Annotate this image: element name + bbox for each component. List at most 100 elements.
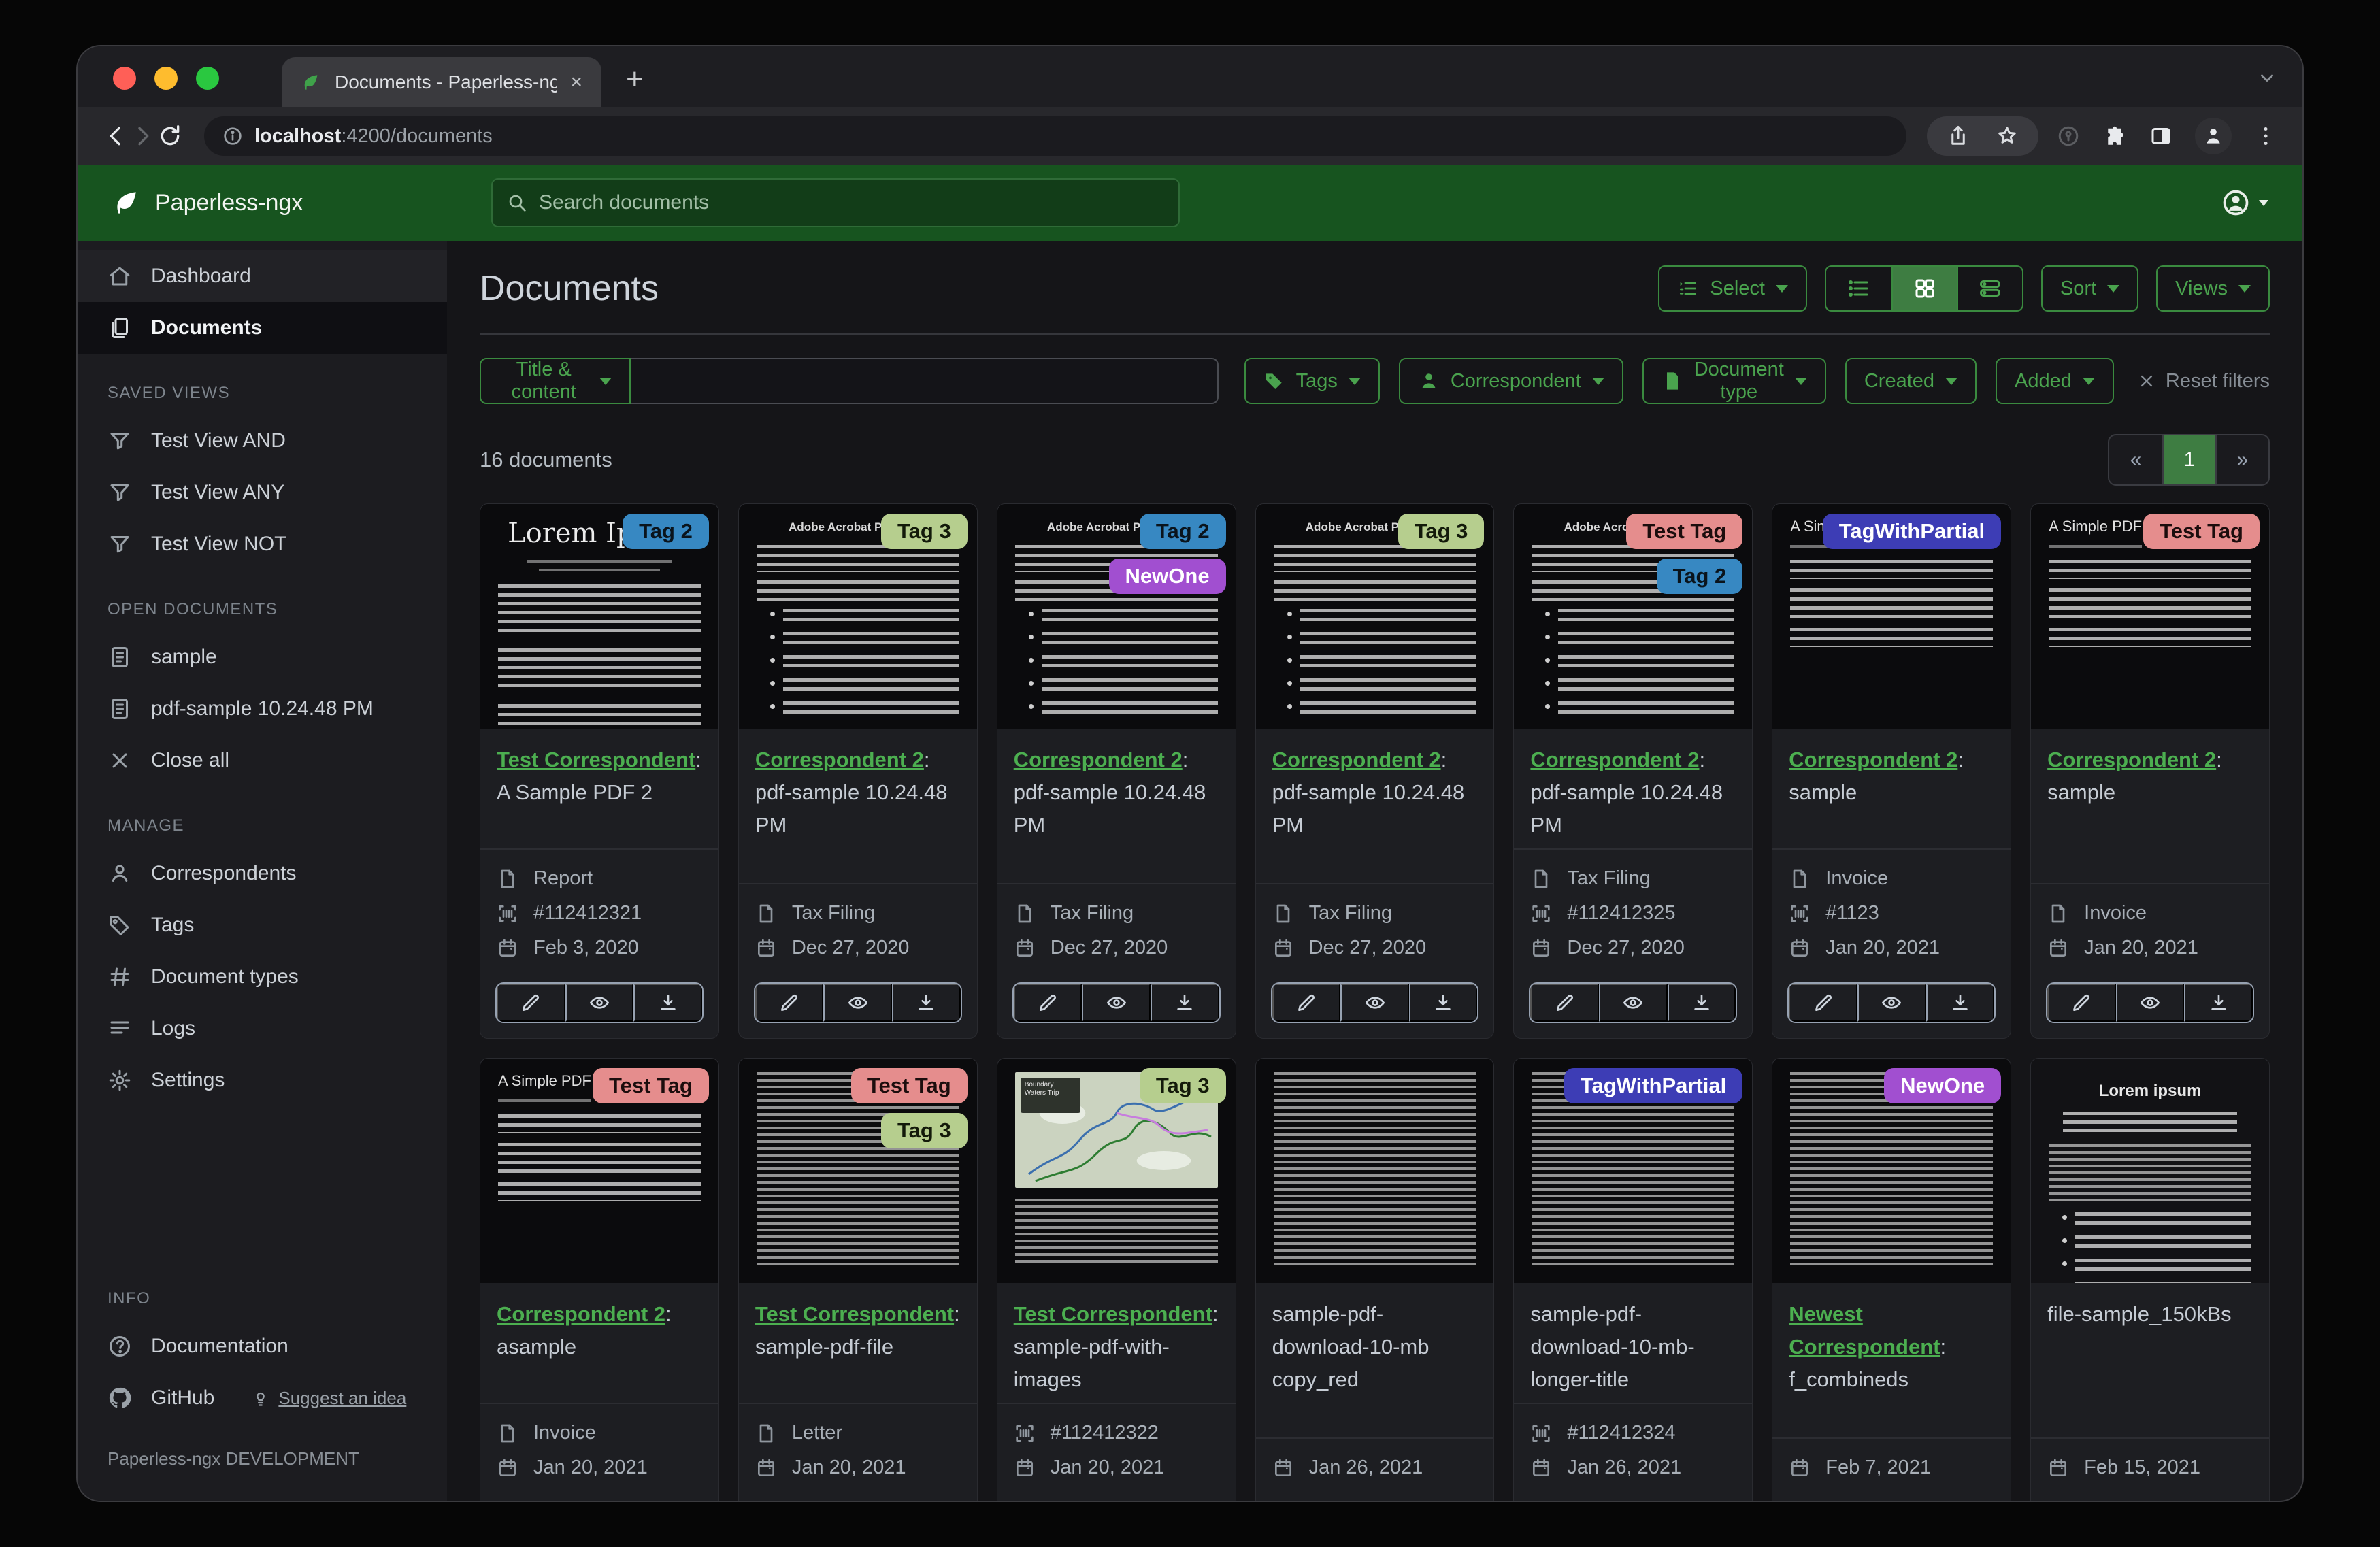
saved-view-test-view-and[interactable]: Test View AND — [78, 415, 447, 467]
extensions-puzzle-icon[interactable] — [2102, 124, 2127, 148]
document-thumbnail[interactable]: Adobe Acrobat PDF FilesTag 3 — [739, 504, 977, 729]
filter-tags-button[interactable]: Tags — [1244, 358, 1380, 404]
correspondent-link[interactable]: Correspondent 2 — [497, 1302, 665, 1326]
list-view-button[interactable] — [1826, 267, 1891, 310]
detail-view-button[interactable] — [1957, 267, 2022, 310]
correspondent-link[interactable]: Correspondent 2 — [1272, 748, 1441, 771]
correspondent-link[interactable]: Test Correspondent — [755, 1302, 954, 1326]
document-thumbnail[interactable]: Adobe Acrobat PDF FilesTag 2NewOne — [997, 504, 1236, 729]
view-button[interactable] — [565, 984, 634, 1022]
pagination-prev[interactable]: « — [2109, 435, 2162, 484]
manage-item-correspondents[interactable]: Correspondents — [78, 848, 447, 899]
edit-button[interactable] — [1014, 984, 1082, 1022]
document-thumbnail[interactable]: Adobe Acrobat PDF FilesTest TagTag 2 — [1514, 504, 1752, 729]
document-thumbnail[interactable] — [1256, 1059, 1494, 1283]
filter-field-button[interactable]: Title & content — [480, 358, 631, 404]
view-button[interactable] — [1857, 984, 1926, 1022]
tag-badge[interactable]: Tag 2 — [623, 514, 709, 549]
tag-badge[interactable]: Tag 3 — [881, 1113, 968, 1148]
edit-button[interactable] — [497, 984, 565, 1022]
manage-item-tags[interactable]: Tags — [78, 899, 447, 951]
edit-button[interactable] — [1272, 984, 1341, 1022]
saved-view-test-view-any[interactable]: Test View ANY — [78, 467, 447, 518]
password-manager-icon[interactable] — [2056, 124, 2081, 148]
sort-button[interactable]: Sort — [2041, 265, 2138, 312]
manage-item-document-types[interactable]: Document types — [78, 951, 447, 1003]
pagination-page-1[interactable]: 1 — [2162, 435, 2215, 484]
close-tab-icon[interactable]: × — [570, 71, 582, 94]
info-item-github[interactable]: GitHubSuggest an idea — [78, 1372, 447, 1424]
suggest-an-idea-link[interactable]: Suggest an idea — [251, 1388, 406, 1409]
tag-badge[interactable]: TagWithPartial — [1564, 1068, 1742, 1103]
document-thumbnail[interactable]: A Simple PDF FileTest Tag — [480, 1059, 718, 1283]
info-item-documentation[interactable]: Documentation — [78, 1320, 447, 1372]
side-panel-icon[interactable] — [2149, 124, 2173, 148]
edit-button[interactable] — [755, 984, 824, 1022]
saved-view-test-view-not[interactable]: Test View NOT — [78, 518, 447, 570]
back-icon[interactable] — [102, 122, 129, 150]
user-menu[interactable] — [2221, 188, 2268, 218]
view-button[interactable] — [1599, 984, 1668, 1022]
tag-badge[interactable]: Tag 3 — [881, 514, 968, 549]
filter-added-button[interactable]: Added — [1996, 358, 2114, 404]
document-thumbnail[interactable]: A Simple PDF FileTagWithPartial — [1772, 504, 2011, 729]
document-type[interactable]: Letter — [755, 1422, 961, 1444]
download-button[interactable] — [1409, 984, 1478, 1022]
download-button[interactable] — [892, 984, 961, 1022]
views-button[interactable]: Views — [2156, 265, 2270, 312]
tab-strip-chevron-down-icon[interactable] — [2255, 65, 2279, 90]
manage-item-logs[interactable]: Logs — [78, 1003, 447, 1054]
bookmark-star-icon[interactable] — [1995, 124, 2019, 148]
view-button[interactable] — [1082, 984, 1151, 1022]
correspondent-link[interactable]: Newest Correspondent — [1789, 1302, 1940, 1359]
browser-menu-dots-icon[interactable] — [2253, 124, 2278, 148]
sidebar-item-dashboard[interactable]: Dashboard — [78, 250, 447, 302]
document-thumbnail[interactable]: A Simple PDF FileTest Tag — [2031, 504, 2269, 729]
select-button[interactable]: Select — [1658, 265, 1807, 312]
zoom-window-button[interactable] — [196, 67, 219, 90]
reload-icon[interactable] — [156, 122, 184, 150]
view-button[interactable] — [2116, 984, 2185, 1022]
open-document-pdf-sample-10-24-48-pm[interactable]: pdf-sample 10.24.48 PM — [78, 683, 447, 735]
pagination-next[interactable]: » — [2215, 435, 2268, 484]
document-thumbnail[interactable]: Lorem ipsum — [2031, 1059, 2269, 1283]
document-type[interactable]: Tax Filing — [755, 902, 961, 925]
download-button[interactable] — [633, 984, 702, 1022]
browser-profile-avatar[interactable] — [2195, 118, 2232, 154]
address-bar[interactable]: localhost:4200/documents — [204, 116, 1906, 156]
reset-filters[interactable]: Reset filters — [2137, 370, 2270, 393]
correspondent-link[interactable]: Correspondent 2 — [2047, 748, 2216, 771]
edit-button[interactable] — [1789, 984, 1857, 1022]
correspondent-link[interactable]: Correspondent 2 — [755, 748, 924, 771]
tag-badge[interactable]: NewOne — [1109, 559, 1226, 594]
filter-created-button[interactable]: Created — [1845, 358, 1977, 404]
view-button[interactable] — [823, 984, 892, 1022]
document-type[interactable]: Invoice — [2047, 902, 2253, 925]
correspondent-link[interactable]: Correspondent 2 — [1789, 748, 1957, 771]
filter-document-type-button[interactable]: Document type — [1642, 358, 1826, 404]
document-type[interactable]: Tax Filing — [1014, 902, 1219, 925]
download-button[interactable] — [2184, 984, 2253, 1022]
new-tab-button[interactable]: + — [626, 63, 644, 97]
tag-badge[interactable]: TagWithPartial — [1823, 514, 2001, 549]
edit-button[interactable] — [2047, 984, 2116, 1022]
document-type[interactable]: Tax Filing — [1530, 867, 1736, 890]
close-window-button[interactable] — [113, 67, 136, 90]
document-thumbnail[interactable]: Test Tag Tag 3 — [739, 1059, 977, 1283]
correspondent-link[interactable]: Correspondent 2 — [1530, 748, 1699, 771]
filter-correspondent-button[interactable]: Correspondent — [1399, 358, 1623, 404]
tag-badge[interactable]: Test Tag — [851, 1068, 968, 1103]
download-button[interactable] — [1926, 984, 1995, 1022]
tag-badge[interactable]: NewOne — [1884, 1068, 2001, 1103]
download-button[interactable] — [1151, 984, 1219, 1022]
document-type[interactable]: Invoice — [497, 1422, 702, 1444]
tag-badge[interactable]: Test Tag — [2143, 514, 2260, 549]
open-document-close-all[interactable]: Close all — [78, 735, 447, 786]
correspondent-link[interactable]: Test Correspondent — [497, 748, 695, 771]
browser-tab[interactable]: Documents - Paperless-ngx × — [282, 57, 601, 107]
open-document-sample[interactable]: sample — [78, 631, 447, 683]
view-button[interactable] — [1340, 984, 1409, 1022]
download-button[interactable] — [1668, 984, 1736, 1022]
tag-badge[interactable]: Tag 3 — [1140, 1068, 1226, 1103]
document-thumbnail[interactable]: NewOne — [1772, 1059, 2011, 1283]
